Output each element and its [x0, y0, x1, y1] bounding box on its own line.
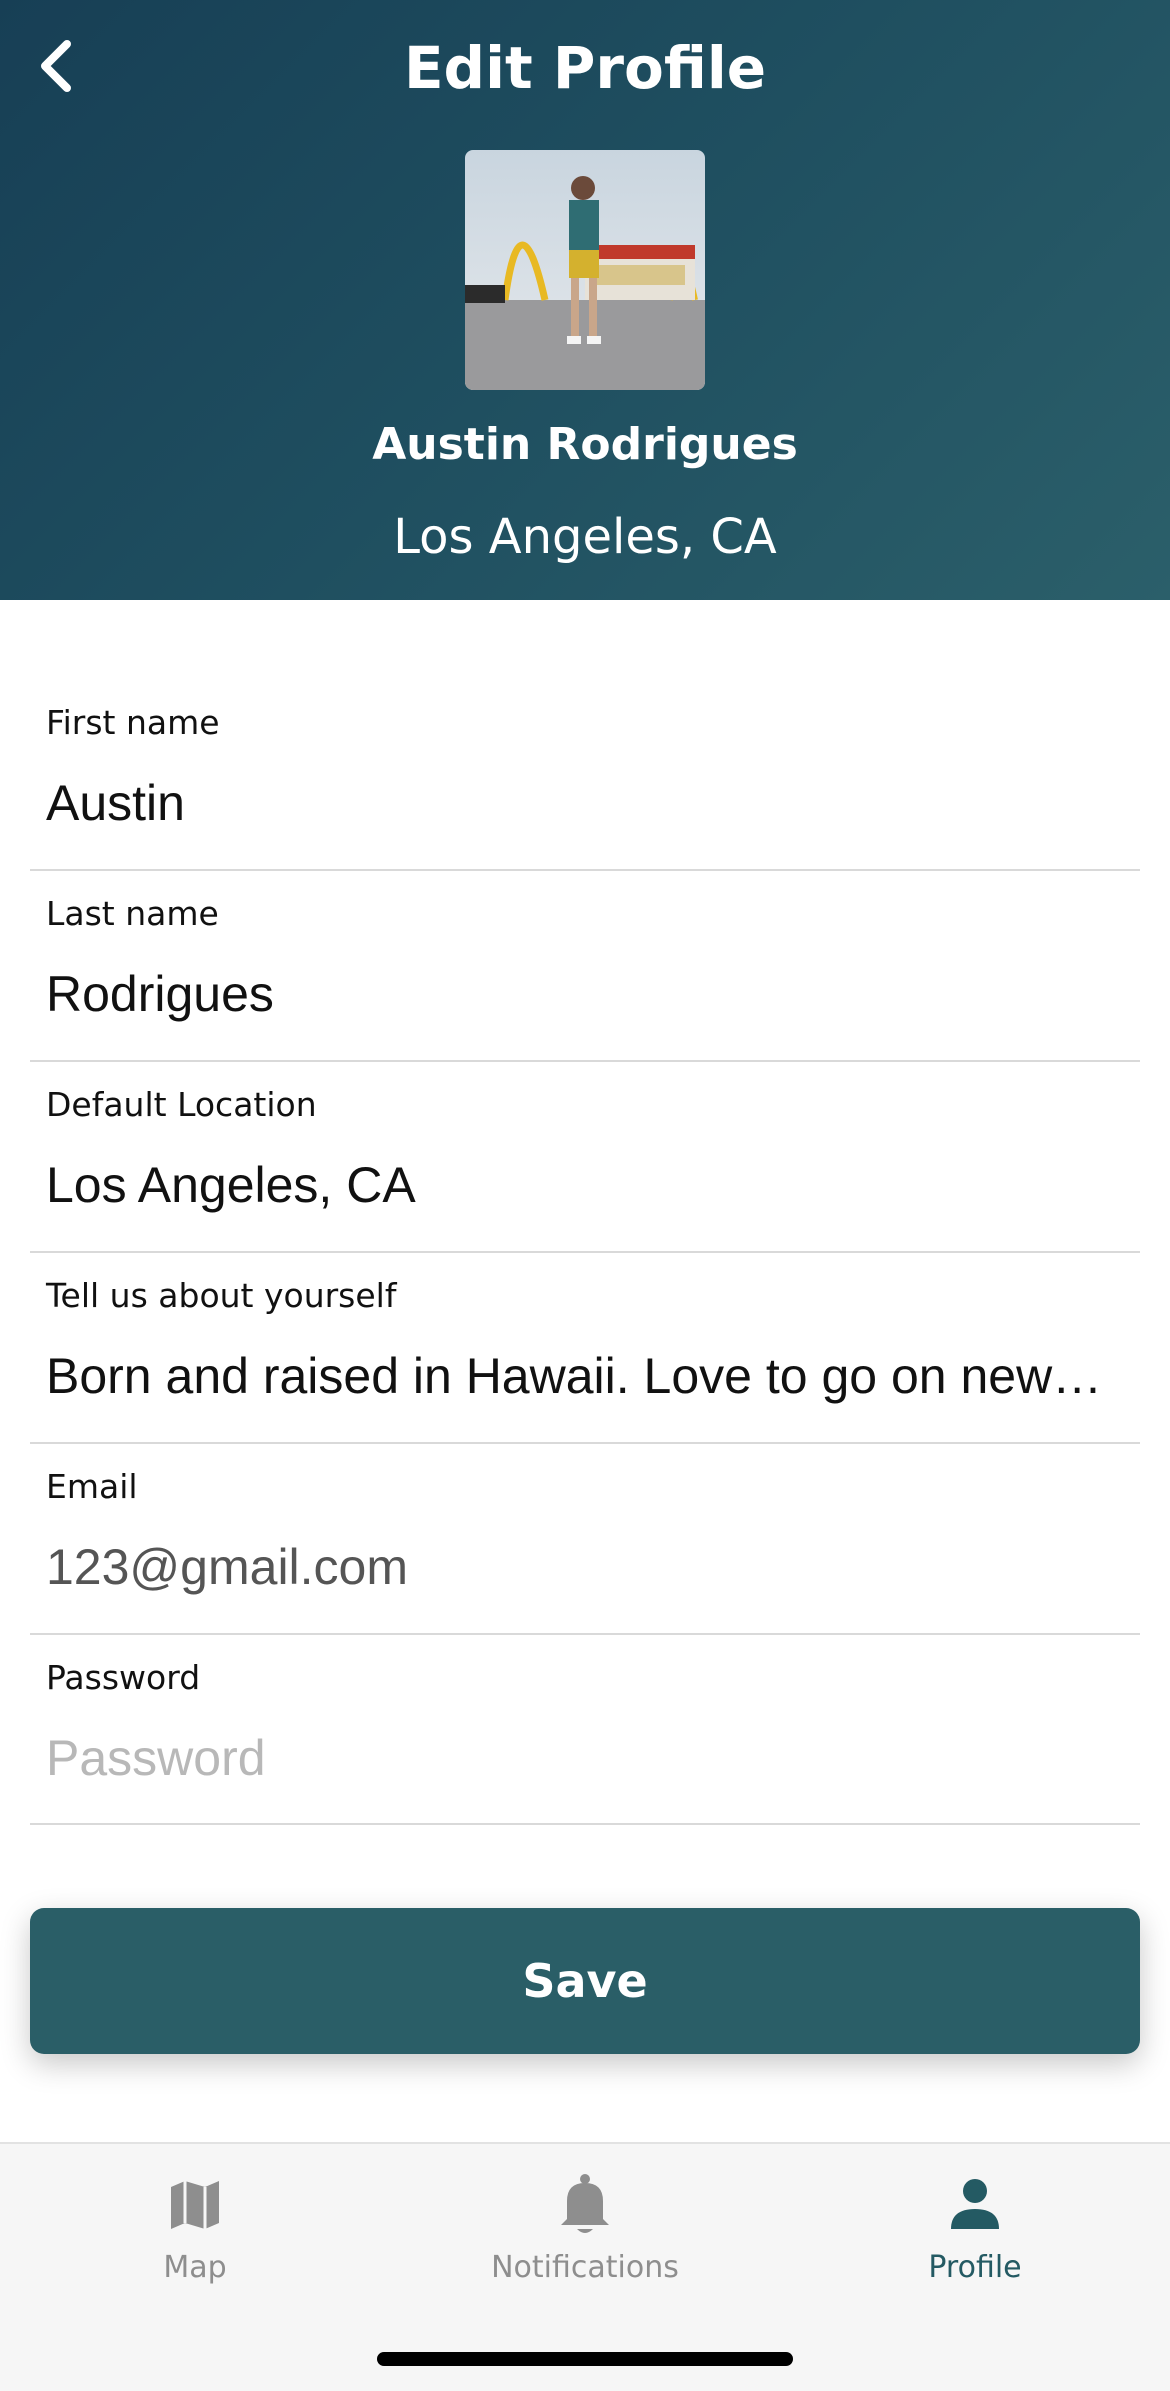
tab-map[interactable]: Map: [0, 2144, 390, 2314]
tab-profile-label: Profile: [928, 2250, 1022, 2285]
password-field: Password Password: [30, 1635, 1140, 1825]
tab-notifications-label: Notifications: [491, 2250, 679, 2285]
profile-name: Austin Rodrigues: [372, 419, 798, 470]
profile-location: Los Angeles, CA: [393, 509, 777, 565]
person-icon: [940, 2170, 1010, 2240]
default-location-input[interactable]: Los Angeles, CA: [46, 1150, 1126, 1220]
first-name-input[interactable]: Austin: [46, 768, 1126, 838]
save-button[interactable]: Save: [30, 1908, 1140, 2054]
bell-icon: [550, 2170, 620, 2240]
tab-notifications[interactable]: Notifications: [390, 2144, 780, 2314]
password-input[interactable]: Password: [46, 1723, 1126, 1793]
default-location-field: Default Location Los Angeles, CA: [30, 1062, 1140, 1253]
email-input[interactable]: 123@gmail.com: [46, 1532, 1126, 1602]
profile-header: Edit Profile Austin Rodrigues Los Angele…: [0, 0, 1170, 600]
password-label: Password: [46, 1658, 201, 1697]
tab-profile[interactable]: Profile: [780, 2144, 1170, 2314]
email-label: Email: [46, 1467, 138, 1506]
last-name-label: Last name: [46, 894, 219, 933]
email-field: Email 123@gmail.com: [30, 1444, 1140, 1635]
map-icon: [160, 2170, 230, 2240]
about-field: Tell us about yourself Born and raised i…: [30, 1253, 1140, 1444]
last-name-field: Last name Rodrigues: [30, 871, 1140, 1062]
default-location-label: Default Location: [46, 1085, 317, 1124]
last-name-input[interactable]: Rodrigues: [46, 959, 1126, 1029]
page-title: Edit Profile: [403, 34, 767, 102]
tab-map-label: Map: [163, 2250, 227, 2285]
first-name-field: First name Austin: [30, 680, 1140, 871]
avatar[interactable]: [465, 150, 705, 390]
first-name-label: First name: [46, 703, 220, 742]
profile-photo: [465, 150, 705, 390]
about-input[interactable]: Born and raised in Hawaii. Love to go on…: [46, 1341, 1126, 1411]
home-indicator[interactable]: [377, 2352, 793, 2366]
about-label: Tell us about yourself: [46, 1276, 397, 1315]
